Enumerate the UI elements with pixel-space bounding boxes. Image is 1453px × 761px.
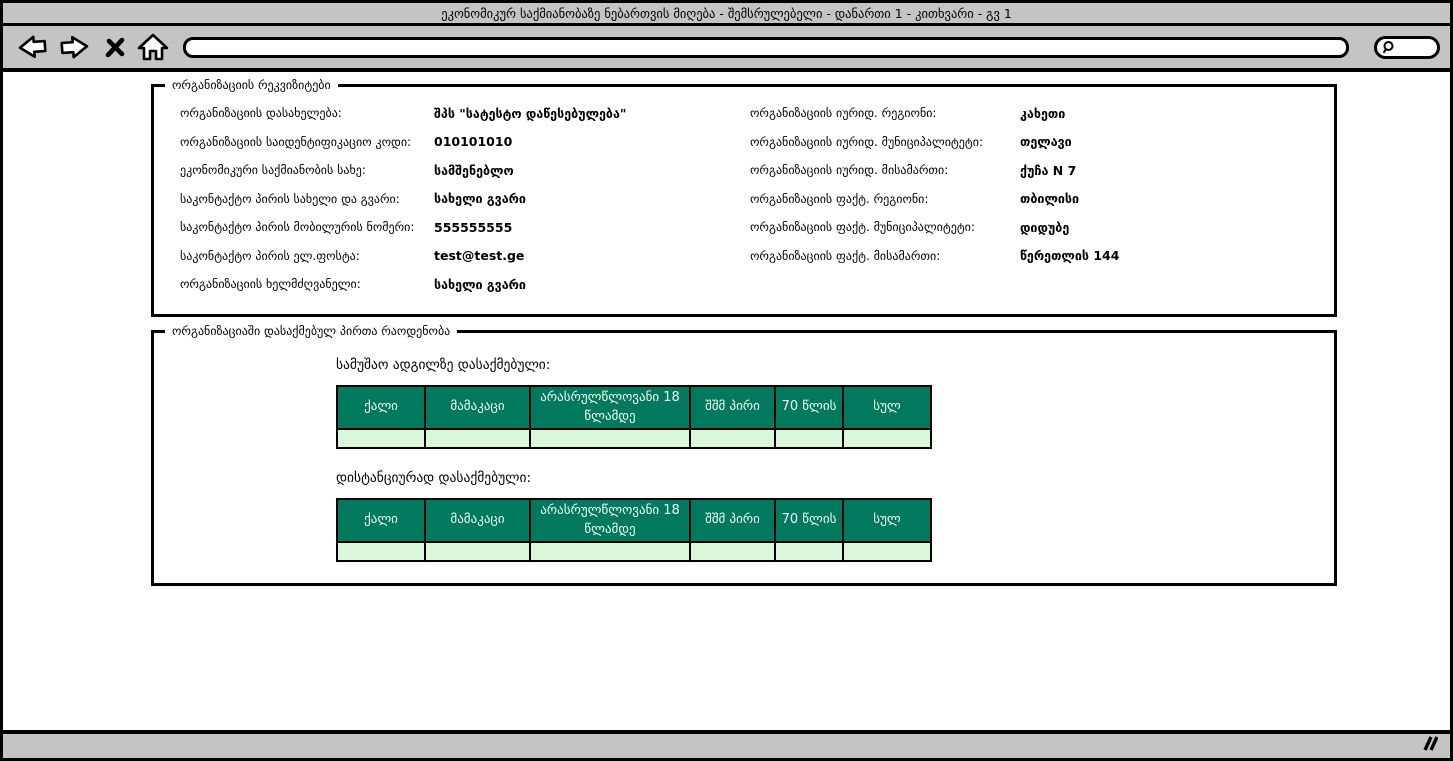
field-row: ეკონომიკური საქმიანობის სახე: სამშენებლო	[180, 156, 626, 185]
table-header-row: ქალი მამაკაცი არასრულწლოვანი 18 წლამდე შ…	[337, 499, 931, 542]
onsite-employees-title: სამუშაო ადგილზე დასაქმებული:	[336, 357, 932, 375]
resize-grip[interactable]	[1418, 736, 1438, 755]
cell-seniors-input[interactable]	[775, 429, 843, 448]
field-label: ორგანიზაციის იურიდ. მუნიციპალიტეტი:	[750, 135, 1020, 149]
cell-women-input[interactable]	[337, 542, 425, 561]
remote-employees-block: დისტანციურად დასაქმებული: ქალი მამაკაცი …	[336, 470, 932, 562]
col-header-disabled: შშმ პირი	[690, 499, 775, 542]
cell-total-input[interactable]	[843, 429, 931, 448]
field-label: საკონტაქტო პირის მობილურის ნომერი:	[180, 220, 434, 234]
status-bar	[3, 730, 1450, 758]
window-title: ეკონომიკურ საქმიანობაზე ნებართვის მიღება…	[441, 6, 1012, 21]
remote-employees-title: დისტანციურად დასაქმებული:	[336, 470, 932, 488]
field-row: ორგანიზაციის ფაქტ. მუნიციპალიტეტი: დიდუბ…	[750, 213, 1119, 242]
field-row: ორგანიზაციის იურიდ. მისამართი: ქუჩა N 7	[750, 156, 1119, 185]
col-header-minors: არასრულწლოვანი 18 წლამდე	[530, 499, 690, 542]
employees-count-fieldset: ორგანიზაციაში დასაქმებულ პირთა რაოდენობა…	[151, 330, 1337, 586]
cell-disabled-input[interactable]	[690, 429, 775, 448]
field-value: 010101010	[434, 134, 512, 149]
field-value: თბილისი	[1020, 191, 1079, 206]
col-header-women: ქალი	[337, 386, 425, 429]
field-row: ორგანიზაციის იურიდ. რეგიონი: კახეთი	[750, 99, 1119, 128]
field-row: საკონტაქტო პირის ელ.ფოსტა: test@test.ge	[180, 242, 626, 271]
resize-grip-icon	[1418, 736, 1438, 751]
back-icon	[13, 32, 49, 62]
field-value: წერეთლის 144	[1020, 248, 1119, 263]
col-header-men: მამაკაცი	[425, 386, 530, 429]
col-header-seniors: 70 წლის	[775, 499, 843, 542]
org-fields-left-column: ორგანიზაციის დასახელება: შპს "სატესტო და…	[180, 99, 626, 299]
cell-men-input[interactable]	[425, 542, 530, 561]
browser-toolbar	[3, 26, 1450, 72]
field-label: ორგანიზაციის ფაქტ. მისამართი:	[750, 249, 1020, 263]
field-value: კახეთი	[1020, 106, 1065, 121]
search-box[interactable]	[1374, 36, 1440, 59]
org-requisites-legend: ორგანიზაციის რეკვიზიტები	[165, 78, 338, 93]
col-header-total: სულ	[843, 499, 931, 542]
field-label: ორგანიზაციის იურიდ. რეგიონი:	[750, 106, 1020, 120]
cell-minors-input[interactable]	[530, 542, 690, 561]
onsite-employees-table: ქალი მამაკაცი არასრულწლოვანი 18 წლამდე შ…	[336, 385, 932, 449]
forward-icon	[58, 32, 94, 62]
cell-minors-input[interactable]	[530, 429, 690, 448]
field-value: სახელი გვარი	[434, 277, 526, 292]
field-value: თელავი	[1020, 134, 1072, 149]
field-value: test@test.ge	[434, 248, 524, 263]
field-row: საკონტაქტო პირის სახელი და გვარი: სახელი…	[180, 185, 626, 214]
field-row: ორგანიზაციის ხელმძღვანელი: სახელი გვარი	[180, 270, 626, 299]
field-row: ორგანიზაციის ფაქტ. მისამართი: წერეთლის 1…	[750, 242, 1119, 271]
table-row	[337, 429, 931, 448]
field-label: ეკონომიკური საქმიანობის სახე:	[180, 163, 434, 177]
col-header-seniors: 70 წლის	[775, 386, 843, 429]
cell-disabled-input[interactable]	[690, 542, 775, 561]
cell-seniors-input[interactable]	[775, 542, 843, 561]
field-row: ორგანიზაციის იურიდ. მუნიციპალიტეტი: თელა…	[750, 128, 1119, 157]
cell-men-input[interactable]	[425, 429, 530, 448]
stop-button[interactable]	[103, 34, 127, 60]
field-row: ორგანიზაციის დასახელება: შპს "სატესტო და…	[180, 99, 626, 128]
field-value: შპს "სატესტო დაწესებულება"	[434, 106, 626, 121]
employees-count-legend: ორგანიზაციაში დასაქმებულ პირთა რაოდენობა	[165, 324, 457, 339]
field-label: ორგანიზაციის იურიდ. მისამართი:	[750, 163, 1020, 177]
field-label: ორგანიზაციის ფაქტ. მუნიციპალიტეტი:	[750, 220, 1020, 234]
field-row: ორგანიზაციის ფაქტ. რეგიონი: თბილისი	[750, 185, 1119, 214]
field-value: სახელი გვარი	[434, 191, 526, 206]
field-label: ორგანიზაციის დასახელება:	[180, 106, 434, 120]
home-icon	[136, 32, 170, 62]
cell-women-input[interactable]	[337, 429, 425, 448]
org-fields-right-column: ორგანიზაციის იურიდ. რეგიონი: კახეთი ორგა…	[750, 99, 1119, 270]
field-value: 555555555	[434, 220, 512, 235]
home-button[interactable]	[136, 32, 170, 62]
remote-employees-table: ქალი მამაკაცი არასრულწლოვანი 18 წლამდე შ…	[336, 498, 932, 562]
field-label: ორგანიზაციის საიდენტიფიკაციო კოდი:	[180, 135, 434, 149]
onsite-employees-block: სამუშაო ადგილზე დასაქმებული: ქალი მამაკა…	[336, 357, 932, 449]
col-header-minors: არასრულწლოვანი 18 წლამდე	[530, 386, 690, 429]
field-row: ორგანიზაციის საიდენტიფიკაციო კოდი: 01010…	[180, 128, 626, 157]
search-icon	[1381, 40, 1396, 55]
field-row: საკონტაქტო პირის მობილურის ნომერი: 55555…	[180, 213, 626, 242]
table-header-row: ქალი მამაკაცი არასრულწლოვანი 18 წლამდე შ…	[337, 386, 931, 429]
field-label: ორგანიზაციის ფაქტ. რეგიონი:	[750, 192, 1020, 206]
back-button[interactable]	[13, 32, 49, 62]
org-requisites-fieldset: ორგანიზაციის რეკვიზიტები ორგანიზაციის და…	[151, 84, 1337, 317]
col-header-men: მამაკაცი	[425, 499, 530, 542]
page-content: ორგანიზაციის რეკვიზიტები ორგანიზაციის და…	[3, 72, 1450, 730]
field-value: დიდუბე	[1020, 220, 1069, 235]
col-header-total: სულ	[843, 386, 931, 429]
col-header-women: ქალი	[337, 499, 425, 542]
cell-total-input[interactable]	[843, 542, 931, 561]
window-titlebar: ეკონომიკურ საქმიანობაზე ნებართვის მიღება…	[3, 3, 1450, 26]
field-value: სამშენებლო	[434, 163, 514, 178]
stop-icon	[103, 34, 127, 60]
field-label: ორგანიზაციის ხელმძღვანელი:	[180, 277, 434, 291]
field-label: საკონტაქტო პირის ელ.ფოსტა:	[180, 249, 434, 263]
field-value: ქუჩა N 7	[1020, 163, 1076, 178]
col-header-disabled: შშმ პირი	[690, 386, 775, 429]
field-label: საკონტაქტო პირის სახელი და გვარი:	[180, 192, 434, 206]
forward-button[interactable]	[58, 32, 94, 62]
address-bar-input[interactable]	[183, 37, 1349, 58]
table-row	[337, 542, 931, 561]
browser-window: ეკონომიკურ საქმიანობაზე ნებართვის მიღება…	[0, 0, 1453, 761]
